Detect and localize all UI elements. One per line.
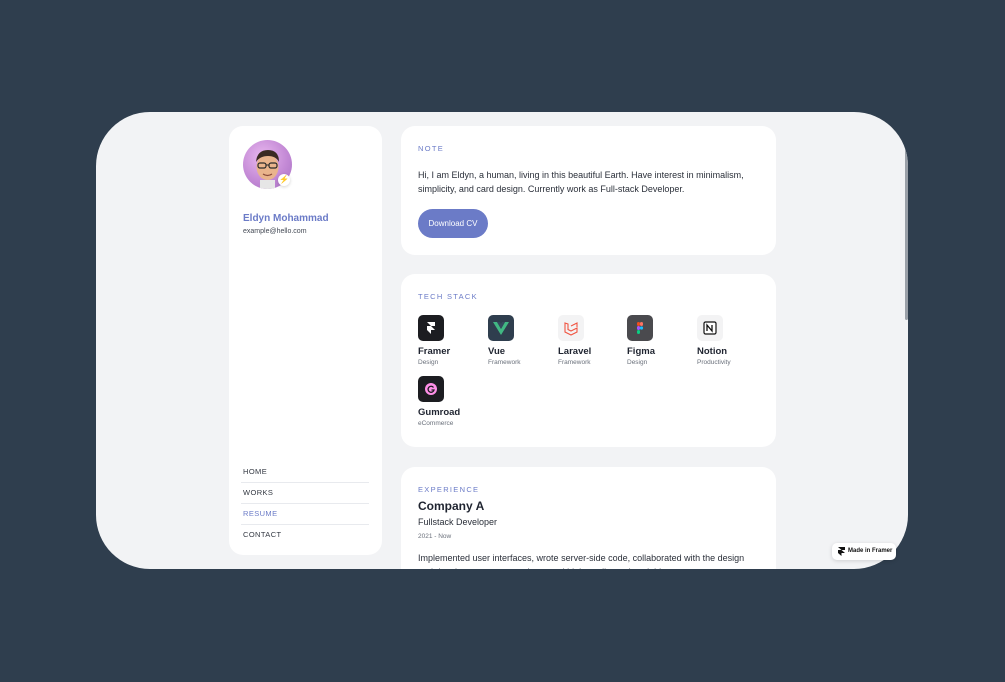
made-in-framer-label: Made in Framer (848, 548, 893, 554)
note-label: NOTE (418, 144, 445, 153)
nav-item-resume[interactable]: RESUME (241, 504, 369, 525)
tech-item-figma: Figma Design (627, 315, 687, 366)
tech-stack-card: TECH STACK Framer Design Vue Framework L… (401, 274, 776, 447)
tech-category: eCommerce (418, 420, 454, 427)
nav-item-works[interactable]: WORKS (241, 483, 369, 504)
tech-category: Framework (558, 359, 591, 366)
framer-logo-icon (838, 547, 845, 564)
tech-item-gumroad: Gumroad eCommerce (418, 376, 478, 427)
profile-email: example@hello.com (243, 228, 307, 235)
note-card: NOTE Hi, I am Eldyn, a human, living in … (401, 126, 776, 255)
profile-name: Eldyn Mohammad (243, 213, 329, 224)
site-frame: ⚡ Eldyn Mohammad example@hello.com HOME … (96, 112, 908, 569)
tech-name: Notion (697, 346, 728, 357)
experience-company: Company A (418, 499, 485, 513)
experience-card: EXPERIENCE Company A Fullstack Developer… (401, 467, 776, 569)
framer-icon (418, 315, 444, 341)
experience-label: EXPERIENCE (418, 485, 480, 494)
tech-category: Design (627, 359, 648, 366)
tech-stack-label: TECH STACK (418, 292, 478, 301)
nav-item-contact[interactable]: CONTACT (241, 525, 369, 545)
experience-role: Fullstack Developer (418, 517, 498, 527)
tech-category: Framework (488, 359, 521, 366)
tech-item-framer: Framer Design (418, 315, 478, 366)
tech-name: Figma (627, 346, 655, 357)
nav-item-home[interactable]: HOME (241, 462, 369, 483)
scrollbar[interactable] (905, 140, 908, 320)
tech-category: Productivity (697, 359, 731, 366)
notion-icon (697, 315, 723, 341)
tech-name: Vue (488, 346, 506, 357)
figma-icon (627, 315, 653, 341)
experience-description: Implemented user interfaces, wrote serve… (418, 553, 745, 569)
profile-sidebar: ⚡ Eldyn Mohammad example@hello.com HOME … (229, 126, 382, 555)
made-in-framer-badge[interactable]: Made in Framer (832, 543, 896, 560)
main-nav: HOME WORKS RESUME CONTACT (241, 462, 369, 545)
tech-item-notion: Notion Productivity (697, 315, 757, 366)
note-text: Hi, I am Eldyn, a human, living in this … (418, 170, 744, 194)
gumroad-icon (418, 376, 444, 402)
tech-item-vue: Vue Framework (488, 315, 548, 366)
experience-date: 2021 - Now (418, 533, 452, 540)
tech-name: Framer (418, 346, 451, 357)
lightning-icon: ⚡ (278, 174, 290, 186)
tech-item-laravel: Laravel Framework (558, 315, 618, 366)
tech-category: Design (418, 359, 439, 366)
tech-name: Laravel (558, 346, 592, 357)
download-cv-button[interactable]: Download CV (418, 209, 488, 238)
vue-icon (488, 315, 514, 341)
laravel-icon (558, 315, 584, 341)
tech-name: Gumroad (418, 407, 461, 418)
